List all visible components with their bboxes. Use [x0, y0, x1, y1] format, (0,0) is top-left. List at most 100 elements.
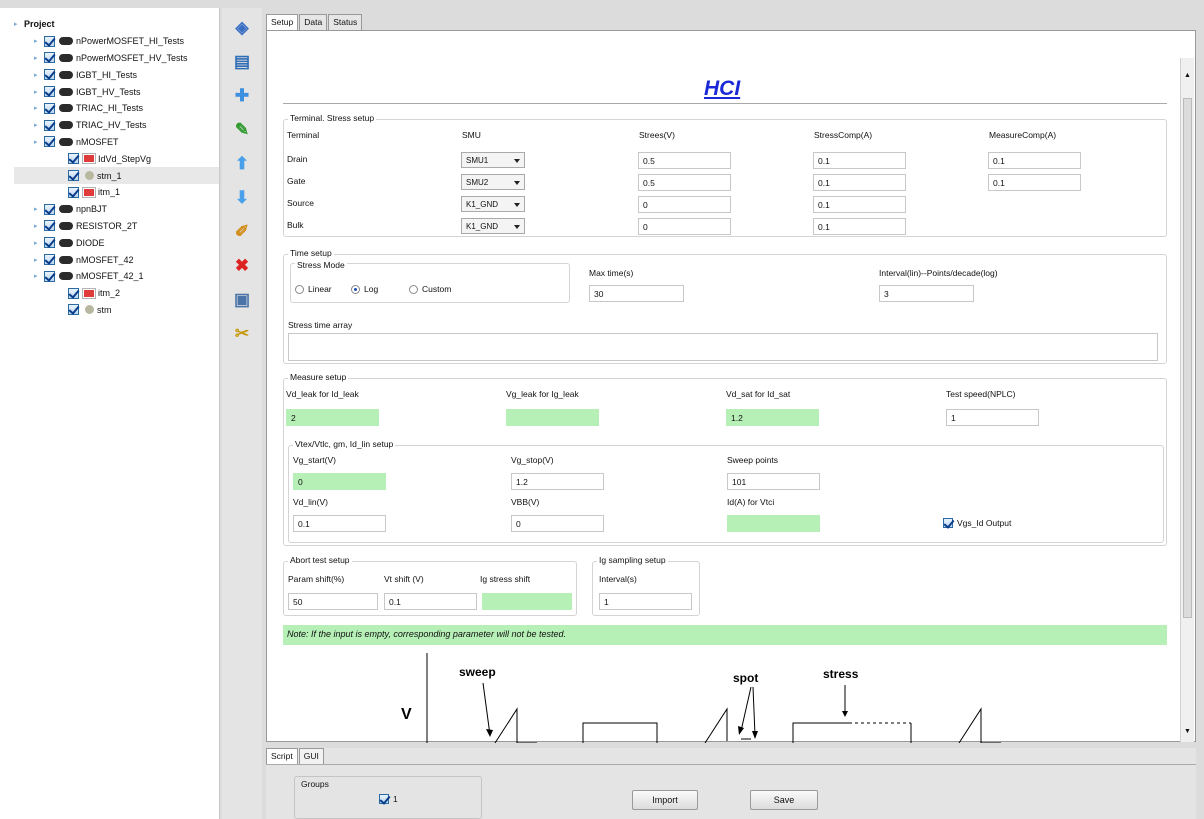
sweep-points-input[interactable]: 101: [727, 473, 820, 490]
tree-item-checkbox[interactable]: [44, 136, 55, 148]
expand-icon[interactable]: ▸: [34, 138, 44, 146]
expand-icon[interactable]: ▸: [34, 239, 44, 247]
source-stresscomp-input[interactable]: 0.1: [813, 196, 906, 213]
tree-item[interactable]: ▸ nPowerMOSFET_HV_Tests: [14, 50, 219, 67]
tab-data[interactable]: Data: [299, 14, 328, 30]
tree-item[interactable]: stm: [14, 302, 219, 319]
expand-icon[interactable]: ▸: [34, 121, 44, 129]
expand-icon[interactable]: ▸: [34, 222, 44, 230]
max-time-input[interactable]: 30: [589, 285, 684, 302]
save-button[interactable]: Save: [750, 790, 818, 810]
bulk-smu-select[interactable]: K1_GND: [461, 218, 525, 234]
scroll-down-arrow[interactable]: ▼: [1184, 728, 1191, 735]
tree-item-checkbox[interactable]: [44, 86, 55, 98]
cube-icon[interactable]: ◈: [232, 18, 252, 38]
expand-icon[interactable]: ▸: [34, 256, 44, 264]
gate-stresscomp-input[interactable]: 0.1: [813, 174, 906, 191]
tree-item-checkbox[interactable]: [44, 119, 55, 131]
tab-gui[interactable]: GUI: [298, 748, 324, 764]
radio-log[interactable]: Log: [351, 284, 378, 294]
tree-root[interactable]: ▸ Project: [14, 16, 219, 33]
tree-item[interactable]: ▸ TRIAC_HI_Tests: [14, 100, 219, 117]
tree-item-checkbox[interactable]: [44, 203, 55, 215]
down-arrow-icon[interactable]: ⬇: [232, 188, 252, 208]
radio-custom[interactable]: Custom: [409, 284, 451, 294]
vertical-scrollbar[interactable]: ▲ ▼: [1180, 58, 1194, 742]
test-speed-input[interactable]: 1: [946, 409, 1039, 426]
scroll-thumb[interactable]: [1183, 98, 1192, 618]
vt-shift-input[interactable]: 0.1: [384, 593, 477, 610]
vg-start-input[interactable]: 0: [293, 473, 386, 490]
vd-lin-input[interactable]: 0.1: [293, 515, 386, 532]
tree-item[interactable]: ▸ TRIAC_HV_Tests: [14, 117, 219, 134]
expand-icon[interactable]: ▸: [34, 104, 44, 112]
tree-item-checkbox[interactable]: [44, 220, 55, 232]
source-stress-input[interactable]: 0: [638, 196, 731, 213]
expand-icon[interactable]: ▸: [34, 272, 44, 280]
project-tree[interactable]: ▸ Project ▸ nPowerMOSFET_HI_Tests ▸ nPowerMO…: [0, 8, 220, 819]
tree-item-checkbox[interactable]: [44, 35, 55, 47]
delete-icon[interactable]: ✖: [232, 256, 252, 276]
tree-item-checkbox[interactable]: [68, 287, 79, 299]
expand-icon[interactable]: ▸: [34, 54, 44, 62]
tree-item[interactable]: stm_1: [14, 167, 219, 184]
pencil-icon[interactable]: ✎: [232, 120, 252, 140]
expand-icon[interactable]: ▸: [34, 71, 44, 79]
gate-measurecomp-input[interactable]: 0.1: [988, 174, 1081, 191]
tree-item[interactable]: ▸ DIODE: [14, 234, 219, 251]
tree-item-checkbox[interactable]: [44, 237, 55, 249]
tree-item[interactable]: IdVd_StepVg: [14, 150, 219, 167]
expand-icon[interactable]: ▸: [34, 88, 44, 96]
tree-item[interactable]: itm_1: [14, 184, 219, 201]
edit-doc-icon[interactable]: ▤: [232, 52, 252, 72]
import-button[interactable]: Import: [632, 790, 698, 810]
drain-measurecomp-input[interactable]: 0.1: [988, 152, 1081, 169]
tab-setup[interactable]: Setup: [266, 14, 299, 30]
drain-smu-select[interactable]: SMU1: [461, 152, 525, 168]
tree-item-checkbox[interactable]: [68, 304, 79, 316]
tree-item[interactable]: itm_2: [14, 285, 219, 302]
drain-stress-input[interactable]: 0.5: [638, 152, 731, 169]
radio-linear[interactable]: Linear: [295, 284, 332, 294]
stress-time-array-input[interactable]: [288, 333, 1158, 361]
tree-item[interactable]: ▸ nMOSFET_42_1: [14, 268, 219, 285]
group-checkbox[interactable]: 1: [379, 794, 398, 804]
interval-input[interactable]: 3: [879, 285, 974, 302]
tree-item-checkbox[interactable]: [68, 153, 79, 165]
vg-leak-input[interactable]: [506, 409, 599, 426]
tree-item-checkbox[interactable]: [44, 52, 55, 64]
drain-stresscomp-input[interactable]: 0.1: [813, 152, 906, 169]
tree-item[interactable]: ▸ npnBJT: [14, 201, 219, 218]
vg-stop-input[interactable]: 1.2: [511, 473, 604, 490]
tree-item-checkbox[interactable]: [44, 270, 55, 282]
tree-item-checkbox[interactable]: [68, 186, 79, 198]
vd-leak-input[interactable]: 2: [286, 409, 379, 426]
tree-item[interactable]: ▸ IGBT_HV_Tests: [14, 83, 219, 100]
tree-item[interactable]: ▸ RESISTOR_2T: [14, 218, 219, 235]
tree-item[interactable]: ▸ IGBT_HI_Tests: [14, 66, 219, 83]
vgs-id-output-checkbox[interactable]: Vgs_Id Output: [943, 518, 1011, 528]
tree-item-checkbox[interactable]: [44, 69, 55, 81]
gate-smu-select[interactable]: SMU2: [461, 174, 525, 190]
tree-item[interactable]: ▸ nMOSFET_42: [14, 251, 219, 268]
bulk-stresscomp-input[interactable]: 0.1: [813, 218, 906, 235]
param-shift-input[interactable]: 50: [288, 593, 378, 610]
tree-item[interactable]: ▸ nPowerMOSFET_HI_Tests: [14, 33, 219, 50]
tree-item[interactable]: ▸ nMOSFET: [14, 134, 219, 151]
source-smu-select[interactable]: K1_GND: [461, 196, 525, 212]
expand-icon[interactable]: ▸: [34, 205, 44, 213]
bulk-stress-input[interactable]: 0: [638, 218, 731, 235]
page-icon[interactable]: ▣: [232, 290, 252, 310]
tree-item-checkbox[interactable]: [68, 170, 79, 182]
ig-interval-input[interactable]: 1: [599, 593, 692, 610]
scroll-up-arrow[interactable]: ▲: [1184, 72, 1191, 79]
vd-sat-input[interactable]: 1.2: [726, 409, 819, 426]
scissors-icon[interactable]: ✂: [232, 324, 252, 344]
tree-item-checkbox[interactable]: [44, 102, 55, 114]
expand-icon[interactable]: ▸: [34, 37, 44, 45]
id-vtci-input[interactable]: [727, 515, 820, 532]
vbb-input[interactable]: 0: [511, 515, 604, 532]
up-arrow-icon[interactable]: ⬆: [232, 154, 252, 174]
tree-item-checkbox[interactable]: [44, 254, 55, 266]
tab-status[interactable]: Status: [328, 14, 363, 30]
